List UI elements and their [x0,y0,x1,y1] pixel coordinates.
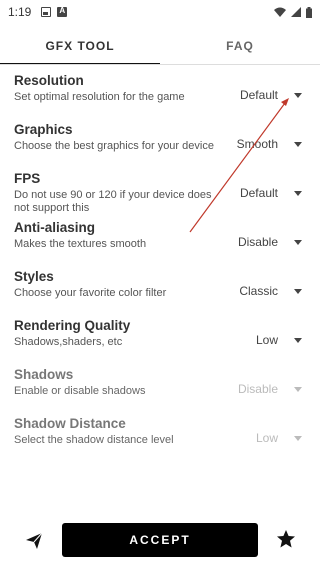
bottom-bar: ACCEPT [0,518,320,566]
setting-row-shadow-distance: Shadow Distance Select the shadow distan… [0,409,320,458]
setting-description: Choose your favorite color filter [14,287,167,299]
rendering-quality-dropdown-value[interactable]: Low [256,333,278,347]
setting-row-rendering-quality[interactable]: Rendering Quality Shadows,shaders, etc L… [0,311,320,360]
setting-label: Rendering Quality [14,318,131,333]
accept-button[interactable]: ACCEPT [62,523,258,557]
setting-label: FPS [14,171,41,186]
settings-list: Resolution Set optimal resolution for th… [0,66,320,458]
dropdown-caret-icon [294,436,302,441]
setting-label: Graphics [14,122,73,137]
setting-label: Shadows [14,367,74,382]
setting-row-anti-aliasing[interactable]: Anti-aliasing Makes the textures smooth … [0,213,320,262]
status-time: 1:19 [8,5,32,19]
tabs-divider [0,64,320,65]
setting-row-styles[interactable]: Styles Choose your favorite color filter… [0,262,320,311]
battery-icon [306,6,312,18]
setting-description: Choose the best graphics for your device [14,140,214,152]
setting-label: Shadow Distance [14,416,126,431]
tab-gfx-tool-label: GFX TOOL [45,39,115,53]
setting-description: Enable or disable shadows [14,385,146,397]
anti-aliasing-dropdown-value[interactable]: Disable [238,235,278,249]
setting-description: Shadows,shaders, etc [14,336,123,348]
styles-dropdown-value[interactable]: Classic [239,284,278,298]
setting-row-resolution[interactable]: Resolution Set optimal resolution for th… [0,66,320,115]
scroll-fade [0,488,320,518]
dropdown-caret-icon[interactable] [294,93,302,98]
signal-icon [291,7,301,17]
tab-faq-label: FAQ [226,39,254,53]
send-icon[interactable] [24,531,44,551]
dropdown-caret-icon[interactable] [294,142,302,147]
setting-description: Set optimal resolution for the game [14,91,185,103]
resolution-dropdown-value[interactable]: Default [240,88,278,102]
notification-icons [41,6,68,17]
setting-label: Anti-aliasing [14,220,96,235]
shadows-dropdown-value: Disable [237,382,278,396]
dropdown-caret-icon [294,387,302,392]
dropdown-caret-icon[interactable] [294,240,302,245]
tab-gfx-tool[interactable]: GFX TOOL [0,28,160,65]
image-icon [41,7,52,17]
tab-faq[interactable]: FAQ [160,28,320,64]
setting-row-graphics[interactable]: Graphics Choose the best graphics for yo… [0,115,320,164]
dropdown-caret-icon[interactable] [294,191,302,196]
graphics-dropdown-value[interactable]: Smooth [237,137,278,151]
wifi-icon [274,7,286,17]
setting-description: Select the shadow distance level [14,434,174,446]
dropdown-caret-icon[interactable] [294,289,302,294]
setting-row-shadows: Shadows Enable or disable shadows Disabl… [0,360,320,409]
setting-row-fps[interactable]: FPS Do not use 90 or 120 if your device … [0,164,320,214]
status-bar: 1:19 [0,0,320,24]
setting-label: Styles [14,269,54,284]
star-icon[interactable] [276,529,296,549]
dropdown-caret-icon[interactable] [294,338,302,343]
shadow-distance-dropdown-value: Low [255,431,278,445]
system-icons [274,6,312,18]
setting-description: Makes the textures smooth [14,238,147,250]
tab-bar: GFX TOOL FAQ [0,28,320,65]
fps-dropdown-value[interactable]: Default [240,186,278,200]
setting-description: Do not use 90 or 120 if your device does… [14,189,212,214]
setting-label: Resolution [14,73,84,88]
font-icon [57,6,68,17]
